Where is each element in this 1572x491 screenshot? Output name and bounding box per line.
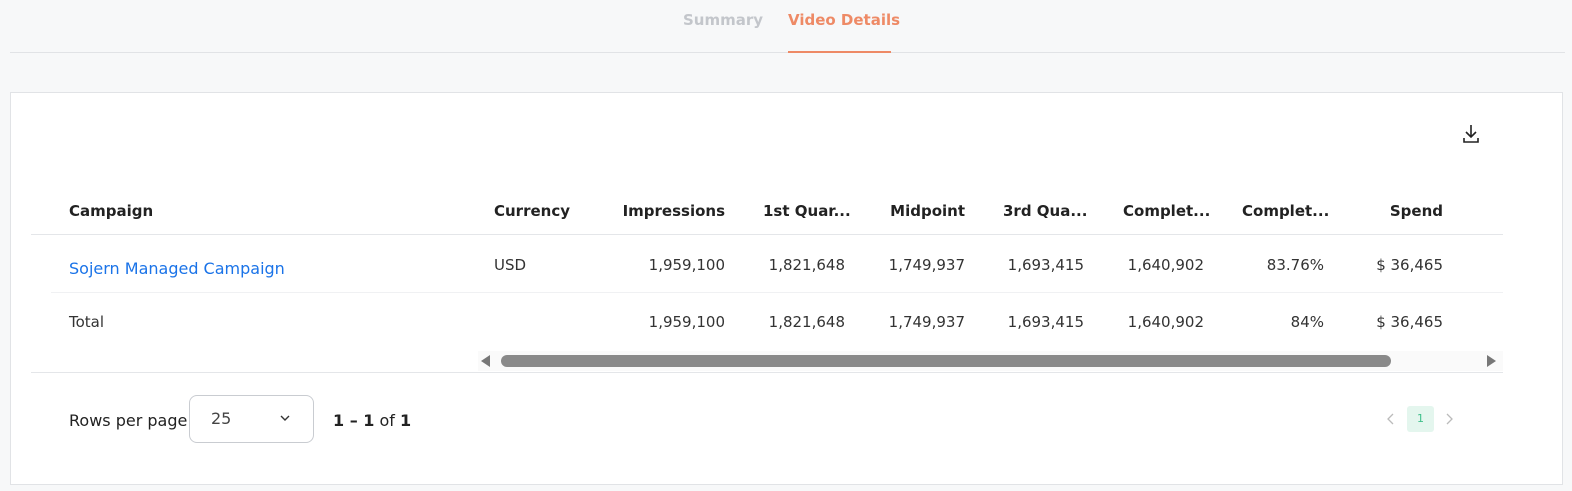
third-quartile-cell: 1,693,415 [1007,256,1084,274]
tab-bar: Summary Video Details [10,0,1565,53]
tab-summary[interactable]: Summary [683,11,763,29]
currency-cell: USD [494,256,527,274]
tab-video-details[interactable]: Video Details [788,11,900,29]
total-first-quartile: 1,821,648 [768,313,845,331]
page-button-current[interactable]: 1 [1407,406,1434,432]
column-header-3rd-quartile[interactable]: 3rd Qua... [1003,202,1087,220]
column-header-currency[interactable]: Currency [494,202,570,220]
scroll-right-arrow-icon[interactable] [1487,355,1496,367]
column-header-impressions[interactable]: Impressions [605,202,725,220]
completions-cell: 1,640,902 [1127,256,1204,274]
column-header-completion-rate[interactable]: Complet... [1242,202,1329,220]
column-header-1st-quartile[interactable]: 1st Quar... [763,202,851,220]
campaign-link[interactable]: Sojern Managed Campaign [69,259,285,278]
column-header-midpoint[interactable]: Midpoint [845,202,965,220]
chevron-left-icon[interactable] [1386,412,1396,426]
range-of: of [374,411,401,430]
rows-per-page-label: Rows per page [69,411,188,430]
total-spend: $ 36,465 [1376,313,1443,331]
footer-divider [31,372,1503,373]
header-divider [31,234,1503,235]
row-divider [51,292,1503,293]
total-impressions: 1,959,100 [648,313,725,331]
download-icon[interactable] [1461,123,1481,145]
range-total: 1 [400,411,412,430]
column-header-spend[interactable]: Spend [1323,202,1443,220]
spend-cell: $ 36,465 [1376,256,1443,274]
chevron-right-icon[interactable] [1444,412,1454,426]
total-label: Total [69,313,105,331]
scrollbar-thumb[interactable] [501,355,1391,367]
column-header-completions[interactable]: Complet... [1123,202,1210,220]
midpoint-cell: 1,749,937 [888,256,965,274]
total-completion-rate: 84% [1290,313,1324,331]
report-card: Campaign Currency Impressions 1st Quar..… [10,92,1563,485]
scroll-left-arrow-icon[interactable] [481,355,490,367]
total-third-quartile: 1,693,415 [1007,313,1084,331]
first-quartile-cell: 1,821,648 [768,256,845,274]
page-range: 1 – 1 of 1 [333,411,411,430]
range-sep: – [344,411,364,430]
range-end: 1 [363,411,375,430]
rows-per-page-value: 25 [211,409,232,428]
total-completions: 1,640,902 [1127,313,1204,331]
active-tab-indicator [788,51,891,53]
completion-rate-cell: 83.76% [1266,256,1324,274]
impressions-cell: 1,959,100 [648,256,725,274]
range-start: 1 [333,411,345,430]
chevron-down-icon [280,415,290,421]
column-header-campaign[interactable]: Campaign [69,202,153,220]
rows-per-page-select[interactable]: 25 [189,395,314,443]
total-midpoint: 1,749,937 [888,313,965,331]
